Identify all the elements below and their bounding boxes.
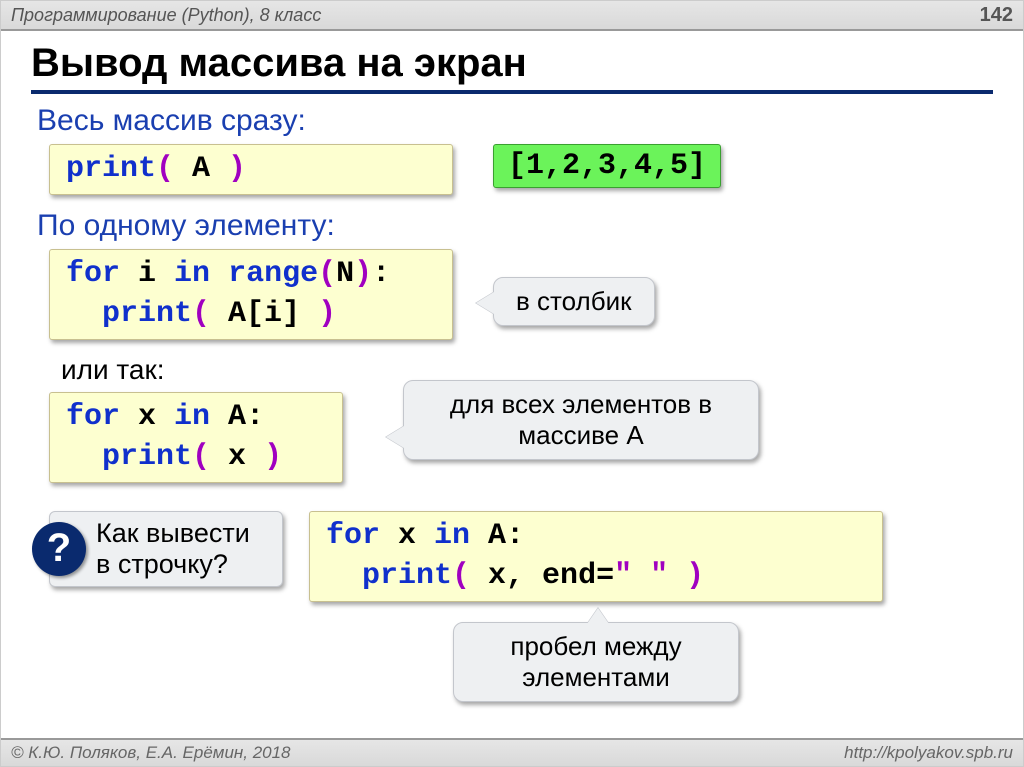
callout-tail-icon	[587, 608, 609, 624]
slide-footer: © К.Ю. Поляков, Е.А. Ерёмин, 2018 http:/…	[1, 738, 1023, 766]
note-column: в столбик	[493, 277, 655, 326]
question-box: ? Как вывести в строчку?	[49, 511, 283, 587]
section2-heading: По одному элементу:	[37, 209, 993, 243]
note-column-text: в столбик	[516, 286, 632, 316]
slide-header: Программирование (Python), 8 класс 142	[1, 1, 1023, 31]
code-for-range: for i in range(N): print( A[i] )	[49, 249, 453, 340]
callout-tail-icon	[476, 292, 494, 314]
slide-title: Вывод массива на экран	[31, 41, 993, 94]
question-text: Как вывести в строчку?	[96, 518, 266, 580]
slide-body: Вывод массива на экран Весь массив сразу…	[1, 31, 1023, 702]
note-for-all: для всех элементов в массиве A	[403, 380, 759, 460]
note-space-text: пробел между элементами	[510, 631, 681, 692]
copyright: © К.Ю. Поляков, Е.А. Ерёмин, 2018	[11, 743, 291, 763]
callout-tail-icon	[386, 426, 404, 448]
section1-heading: Весь массив сразу:	[37, 104, 993, 138]
note-for-all-text: для всех элементов в массиве A	[450, 389, 712, 450]
course-label: Программирование (Python), 8 класс	[11, 5, 321, 26]
page-number: 142	[980, 4, 1013, 27]
note-space: пробел между элементами	[453, 622, 739, 702]
question-icon: ?	[32, 522, 86, 576]
footer-link[interactable]: http://kpolyakov.spb.ru	[844, 743, 1013, 763]
output-array: [1,2,3,4,5]	[493, 144, 721, 188]
code-print-array: print( A )	[49, 144, 453, 195]
code-print-end: for x in A: print( x, end=" " )	[309, 511, 883, 602]
code-for-in-a: for x in A: print( x )	[49, 392, 343, 483]
